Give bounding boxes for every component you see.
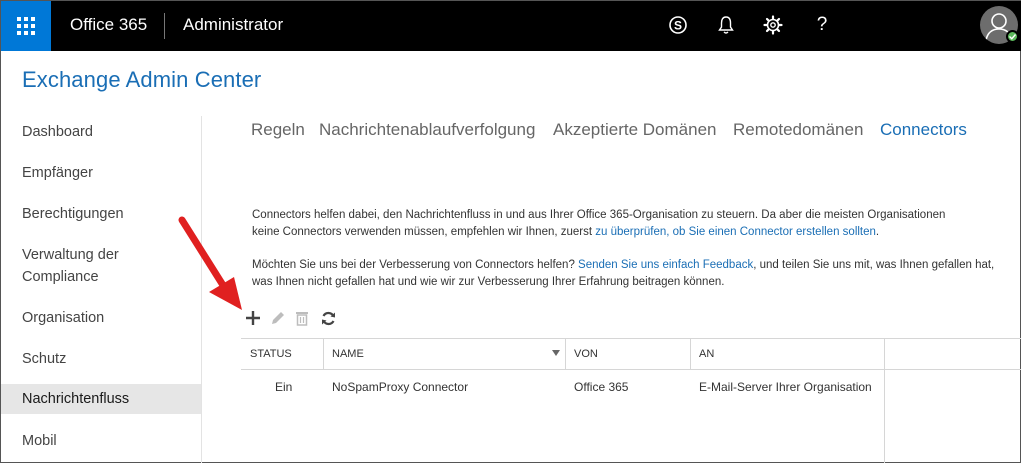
title-separator xyxy=(164,13,165,39)
nav-item-mobil[interactable]: Mobil xyxy=(1,430,201,452)
description-line: Möchten Sie uns bei der Verbesserung von… xyxy=(252,257,994,274)
bell-icon[interactable] xyxy=(715,14,737,36)
column-separator xyxy=(884,339,885,369)
nav-item-compliance-line1[interactable]: Verwaltung der xyxy=(1,244,201,266)
tab-nachrichtenablaufverfolgung[interactable]: Nachrichtenablaufverfolgung xyxy=(319,120,535,140)
gear-icon[interactable] xyxy=(762,14,784,36)
tab-connectors[interactable]: Connectors xyxy=(880,120,967,140)
description-text: , und teilen Sie uns mit, was Ihnen gefa… xyxy=(753,259,995,271)
help-icon[interactable]: ? xyxy=(811,14,833,36)
description-text: . xyxy=(875,225,880,238)
cell-von: Office 365 xyxy=(574,380,629,394)
nav-item-nachrichtenfluss[interactable]: Nachrichtenfluss xyxy=(1,384,201,414)
column-separator xyxy=(323,339,324,369)
app-title[interactable]: Office 365 xyxy=(70,15,147,35)
top-bar: Office 365 Administrator S ? xyxy=(1,1,1021,51)
presence-available-icon xyxy=(1006,30,1019,43)
annotation-arrow-icon xyxy=(178,216,242,310)
section-title[interactable]: Administrator xyxy=(183,15,283,35)
description-paragraph-1: Connectors helfen dabei, den Nachrichten… xyxy=(252,207,945,240)
edit-icon[interactable] xyxy=(269,309,287,327)
nav-item-berechtigungen[interactable]: Berechtigungen xyxy=(1,203,201,225)
description-paragraph-2: Möchten Sie uns bei der Verbesserung von… xyxy=(252,257,994,290)
svg-text:S: S xyxy=(674,19,682,33)
skype-icon[interactable]: S xyxy=(667,14,689,36)
column-header-an[interactable]: AN xyxy=(699,348,714,360)
check-connector-link[interactable]: zu überprüfen, ob Sie einen Connector er… xyxy=(595,226,876,238)
description-text: keine Connectors verwenden müssen, empfe… xyxy=(252,225,596,238)
tab-regeln[interactable]: Regeln xyxy=(251,120,305,140)
column-separator xyxy=(565,339,566,369)
waffle-icon xyxy=(17,17,35,35)
nav-item-schutz[interactable]: Schutz xyxy=(1,348,201,370)
description-text: Möchten Sie uns bei der Verbesserung von… xyxy=(252,259,579,271)
column-header-von[interactable]: VON xyxy=(574,348,598,360)
column-header-name[interactable]: NAME xyxy=(332,348,364,360)
sort-descending-icon[interactable] xyxy=(552,350,560,356)
cell-name: NoSpamProxy Connector xyxy=(332,380,469,394)
column-separator xyxy=(690,339,691,369)
tab-remotedomaenen[interactable]: Remotedomänen xyxy=(733,120,863,140)
refresh-icon[interactable] xyxy=(319,309,337,327)
description-line: Connectors helfen dabei, den Nachrichten… xyxy=(252,209,946,221)
feedback-link[interactable]: Senden Sie uns einfach Feedback xyxy=(578,259,753,271)
column-header-status[interactable]: STATUS xyxy=(250,348,292,360)
table-header-border xyxy=(241,369,1021,370)
nav-item-compliance-line2[interactable]: Compliance xyxy=(1,266,201,288)
cell-an: E-Mail-Server Ihrer Organisation xyxy=(699,380,872,394)
tab-akzeptierte-domaenen[interactable]: Akzeptierte Domänen xyxy=(553,120,716,140)
table-top-border xyxy=(241,338,1021,339)
page-title: Exchange Admin Center xyxy=(22,67,262,92)
cell-status: Ein xyxy=(275,380,293,394)
nav-item-dashboard[interactable]: Dashboard xyxy=(1,121,201,143)
app-launcher-button[interactable] xyxy=(1,1,51,51)
details-pane-border xyxy=(884,370,885,463)
nav-item-organisation[interactable]: Organisation xyxy=(1,307,201,329)
nav-item-empfaenger[interactable]: Empfänger xyxy=(1,162,201,184)
delete-icon[interactable] xyxy=(293,309,311,327)
description-line: was Ihnen nicht gefallen hat und wie wir… xyxy=(252,275,725,288)
description-line: keine Connectors verwenden müssen, empfe… xyxy=(252,224,945,241)
